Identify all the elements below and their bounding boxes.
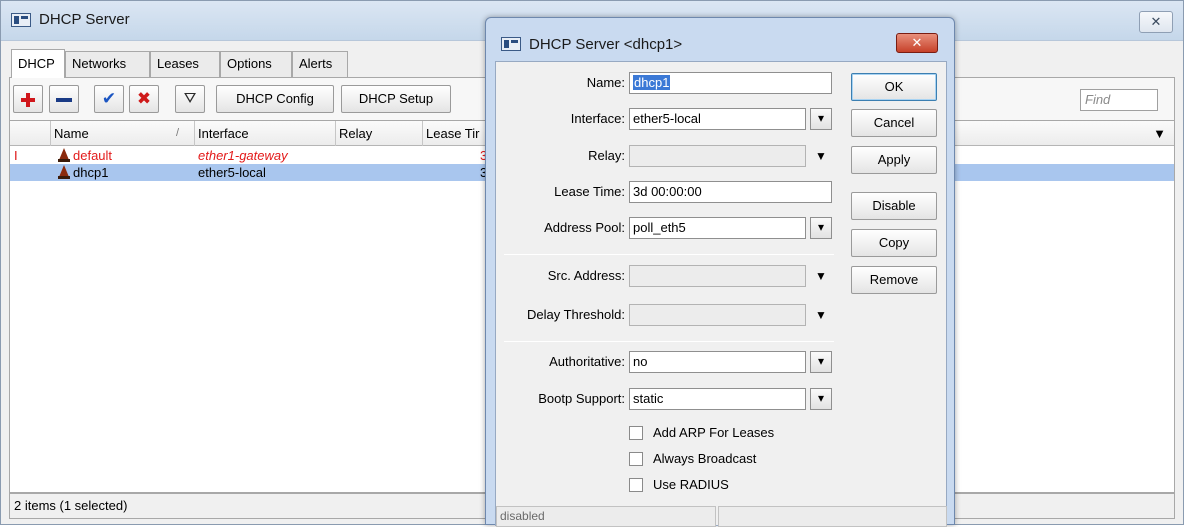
row-name: default bbox=[73, 148, 113, 163]
row-name: dhcp1 bbox=[73, 165, 109, 180]
use-radius-checkbox[interactable] bbox=[629, 478, 643, 492]
dhcp-config-button[interactable]: DHCP Config bbox=[216, 85, 334, 113]
window-close-button[interactable]: ✕ bbox=[1139, 11, 1173, 33]
window-title: DHCP Server bbox=[39, 11, 130, 28]
address-pool-dropdown-button[interactable]: ▾ bbox=[810, 217, 832, 239]
bootp-support-label: Bootp Support: bbox=[538, 391, 625, 406]
interface-label: Interface: bbox=[570, 111, 625, 126]
src-address-dropdown-icon[interactable]: ▼ bbox=[813, 265, 829, 287]
divider bbox=[504, 254, 834, 255]
tab-alerts[interactable]: Alerts bbox=[292, 51, 348, 77]
apply-button[interactable]: Apply bbox=[851, 146, 937, 174]
divider bbox=[504, 341, 834, 342]
tab-leases[interactable]: Leases bbox=[150, 51, 220, 77]
name-field[interactable]: dhcp1 bbox=[629, 72, 832, 94]
always-broadcast-checkbox[interactable] bbox=[629, 452, 643, 466]
add-arp-label[interactable]: Add ARP For Leases bbox=[653, 425, 774, 441]
name-label: Name: bbox=[586, 75, 625, 90]
dialog-app-icon bbox=[501, 37, 521, 51]
row-flag: I bbox=[14, 148, 18, 163]
delay-threshold-field[interactable] bbox=[629, 304, 806, 326]
cancel-button[interactable]: Cancel bbox=[851, 109, 937, 137]
authoritative-select[interactable]: no bbox=[629, 351, 806, 373]
relay-dropdown-icon[interactable]: ▼ bbox=[813, 145, 829, 167]
column-header-lease-time[interactable]: Lease Tir bbox=[422, 121, 488, 146]
cross-icon: ✖ bbox=[136, 89, 152, 108]
use-radius-label[interactable]: Use RADIUS bbox=[653, 477, 729, 493]
bootp-support-select[interactable]: static bbox=[629, 388, 806, 410]
copy-button[interactable]: Copy bbox=[851, 229, 937, 257]
dhcp-server-dialog: DHCP Server <dhcp1> ✕ Name: dhcp1 Interf… bbox=[485, 17, 955, 527]
filter-button[interactable]: ⛛ bbox=[175, 85, 205, 113]
dialog-status: disabled bbox=[496, 506, 716, 527]
dialog-title-bar[interactable]: DHCP Server <dhcp1> ✕ bbox=[486, 18, 954, 53]
disable-button[interactable]: Disable bbox=[851, 192, 937, 220]
add-button[interactable] bbox=[13, 85, 43, 113]
authoritative-dropdown-button[interactable]: ▾ bbox=[810, 351, 832, 373]
tab-dhcp[interactable]: DHCP bbox=[11, 49, 65, 78]
lease-time-label: Lease Time: bbox=[554, 184, 625, 199]
column-header-name[interactable]: Name bbox=[50, 121, 194, 146]
disable-button[interactable]: ✖ bbox=[129, 85, 159, 113]
tab-networks[interactable]: Networks bbox=[65, 51, 150, 77]
check-icon: ✔ bbox=[101, 89, 117, 108]
dialog-title: DHCP Server <dhcp1> bbox=[529, 36, 683, 53]
authoritative-label: Authoritative: bbox=[549, 354, 625, 369]
name-value: dhcp1 bbox=[633, 75, 671, 90]
dhcp-setup-button[interactable]: DHCP Setup bbox=[341, 85, 451, 113]
row-interface: ether5-local bbox=[198, 165, 266, 180]
relay-field[interactable] bbox=[629, 145, 806, 167]
relay-label: Relay: bbox=[588, 148, 625, 163]
ok-button[interactable]: OK bbox=[851, 73, 937, 101]
filter-icon: ⛛ bbox=[183, 90, 197, 107]
columns-dropdown-icon[interactable]: ▼ bbox=[1153, 121, 1166, 146]
delay-threshold-label: Delay Threshold: bbox=[526, 307, 625, 322]
sort-indicator-icon: / bbox=[176, 127, 180, 139]
address-pool-label: Address Pool: bbox=[544, 220, 625, 235]
src-address-label: Src. Address: bbox=[547, 268, 625, 283]
window-app-icon bbox=[11, 13, 31, 27]
column-header-relay[interactable]: Relay bbox=[335, 121, 422, 146]
tab-options[interactable]: Options bbox=[220, 51, 292, 77]
lease-time-field[interactable]: 3d 00:00:00 bbox=[629, 181, 832, 203]
row-interface: ether1-gateway bbox=[198, 148, 288, 163]
remove-button[interactable] bbox=[49, 85, 79, 113]
add-arp-checkbox[interactable] bbox=[629, 426, 643, 440]
delay-threshold-dropdown-icon[interactable]: ▼ bbox=[813, 304, 829, 326]
enable-button[interactable]: ✔ bbox=[94, 85, 124, 113]
bootp-support-dropdown-button[interactable]: ▾ bbox=[810, 388, 832, 410]
column-header-interface[interactable]: Interface bbox=[194, 121, 335, 146]
find-input[interactable]: Find bbox=[1080, 89, 1158, 111]
remove-button[interactable]: Remove bbox=[851, 266, 937, 294]
dialog-close-button[interactable]: ✕ bbox=[896, 33, 938, 53]
address-pool-select[interactable]: poll_eth5 bbox=[629, 217, 806, 239]
interface-dropdown-button[interactable]: ▾ bbox=[810, 108, 832, 130]
dialog-status-secondary bbox=[718, 506, 947, 527]
dhcp-server-icon bbox=[58, 165, 70, 179]
always-broadcast-label[interactable]: Always Broadcast bbox=[653, 451, 756, 467]
interface-select[interactable]: ether5-local bbox=[629, 108, 806, 130]
src-address-field[interactable] bbox=[629, 265, 806, 287]
dhcp-server-icon bbox=[58, 148, 70, 162]
dialog-body: Name: dhcp1 Interface: ether5-local ▾ Re… bbox=[495, 61, 947, 527]
